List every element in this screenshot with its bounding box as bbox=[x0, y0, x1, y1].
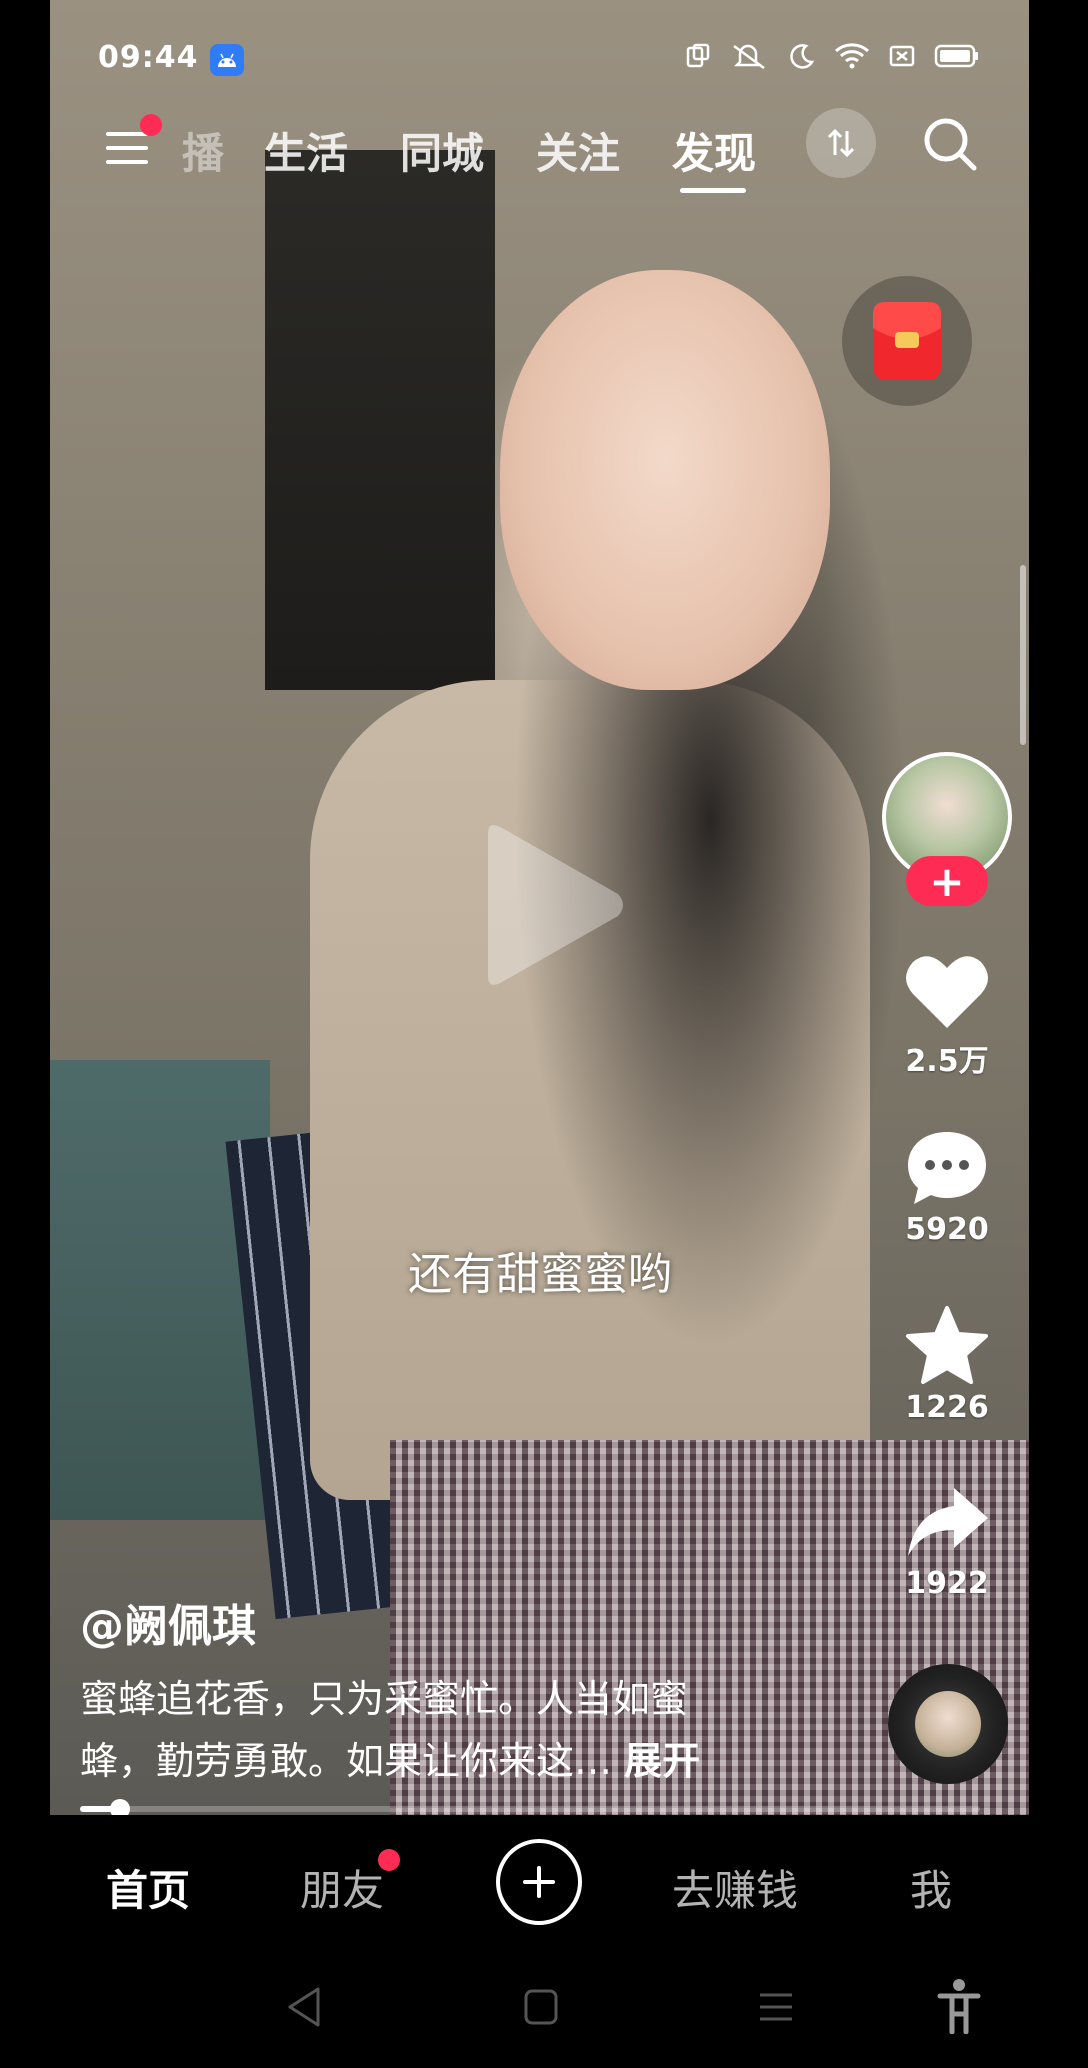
play-button[interactable] bbox=[478, 820, 628, 990]
video-face bbox=[500, 270, 830, 690]
favorite-count: 1226 bbox=[905, 1390, 989, 1425]
sort-toggle-button[interactable] bbox=[806, 108, 876, 178]
top-nav: 播 生活 同城 关注 发现 bbox=[0, 100, 1088, 200]
moon-icon bbox=[788, 42, 816, 74]
share-action[interactable]: 1922 bbox=[882, 1484, 1012, 1601]
share-count: 1922 bbox=[905, 1566, 989, 1601]
tab-friends[interactable]: 朋友 bbox=[300, 1857, 384, 1918]
menu-notification-dot bbox=[140, 114, 162, 136]
video-subtitle-text: 还有甜蜜蜜哟 bbox=[408, 1249, 672, 1300]
wifi-icon bbox=[834, 42, 870, 74]
search-icon bbox=[924, 118, 977, 171]
status-time: 09:44 bbox=[98, 40, 199, 75]
music-disc[interactable] bbox=[888, 1664, 1008, 1784]
search-button[interactable] bbox=[920, 114, 980, 174]
tab-home[interactable]: 首页 bbox=[106, 1857, 190, 1918]
comment-count: 5920 bbox=[905, 1212, 989, 1247]
friends-notification-dot bbox=[378, 1849, 400, 1871]
bottom-tab-bar: 首页 朋友 去赚钱 我 bbox=[0, 1815, 1088, 1950]
comment-icon bbox=[908, 1132, 986, 1204]
favorite-action[interactable]: 1226 bbox=[882, 1304, 1012, 1425]
system-nav-bar bbox=[0, 1950, 1088, 2068]
tab-life[interactable]: 生活 bbox=[264, 120, 348, 181]
home-icon[interactable] bbox=[522, 1985, 562, 2033]
expand-button[interactable]: 展开 bbox=[624, 1739, 700, 1783]
nfc-icon bbox=[684, 42, 712, 74]
video-subtitle: 还有甜蜜蜜哟 bbox=[0, 1238, 1088, 1302]
play-icon bbox=[488, 825, 623, 985]
heart-icon bbox=[906, 956, 988, 1028]
sim-off-icon bbox=[888, 42, 916, 74]
tab-discover[interactable]: 发现 bbox=[672, 120, 756, 181]
battery-icon bbox=[934, 42, 980, 74]
author-name[interactable]: @阙佩琪 bbox=[80, 1590, 256, 1654]
tab-following[interactable]: 关注 bbox=[536, 120, 620, 181]
follow-button[interactable]: + bbox=[906, 856, 988, 906]
recents-icon[interactable] bbox=[756, 1985, 796, 2033]
plus-icon bbox=[523, 1866, 555, 1898]
accessibility-icon[interactable] bbox=[936, 1978, 982, 2038]
active-tab-underline bbox=[680, 188, 746, 193]
tab-me[interactable]: 我 bbox=[910, 1857, 952, 1918]
share-icon bbox=[908, 1488, 988, 1556]
video-description[interactable]: 蜜蜂追花香，只为采蜜忙。人当如蜜 蜂，勤劳勇敢。如果让你来这… 展开 bbox=[80, 1668, 740, 1792]
description-line-2: 蜂，勤劳勇敢。如果让你来这… bbox=[80, 1739, 613, 1783]
red-packet-button[interactable] bbox=[842, 276, 972, 406]
sort-icon bbox=[827, 128, 855, 158]
music-cover bbox=[915, 1691, 981, 1757]
comment-action[interactable]: 5920 bbox=[882, 1128, 1012, 1247]
progress-bar[interactable] bbox=[80, 1799, 980, 1819]
mute-icon bbox=[730, 42, 770, 74]
create-button[interactable] bbox=[496, 1839, 582, 1925]
like-action[interactable]: 2.5万 bbox=[882, 952, 1012, 1080]
star-icon bbox=[906, 1306, 988, 1384]
android-app-icon bbox=[210, 44, 244, 76]
description-line-1: 蜜蜂追花香，只为采蜜忙。人当如蜜 bbox=[80, 1677, 689, 1721]
tab-local[interactable]: 同城 bbox=[400, 120, 484, 181]
red-packet-icon bbox=[873, 302, 941, 380]
like-count: 2.5万 bbox=[905, 1044, 989, 1079]
tab-live-partial[interactable]: 播 bbox=[182, 120, 224, 181]
scroll-indicator bbox=[1020, 565, 1026, 745]
back-icon[interactable] bbox=[284, 1985, 324, 2033]
tab-earn[interactable]: 去赚钱 bbox=[672, 1857, 798, 1918]
